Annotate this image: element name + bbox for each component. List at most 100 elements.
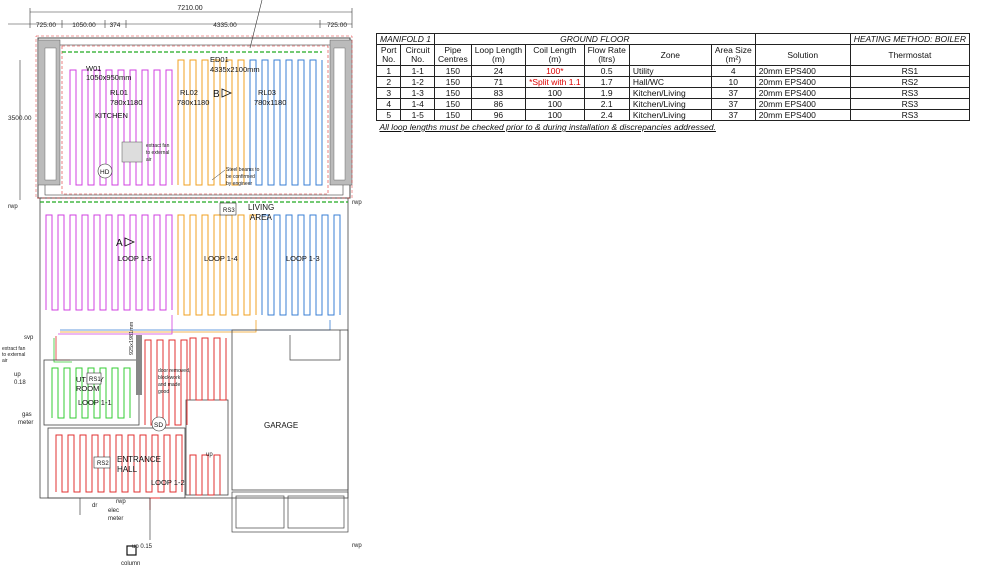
col-loop: Loop Length (m) (470, 44, 527, 66)
heat-detector: HD (100, 169, 110, 176)
cell-zone: Kitchen/Living (628, 109, 712, 121)
elec-meter-label: meter (108, 516, 123, 522)
label-loop-1-1: LOOP 1-1 (78, 398, 112, 407)
cell-loop: 83 (470, 87, 527, 99)
steel-note-1: Steel beams to (226, 167, 260, 173)
cell-pipe: 150 (434, 98, 472, 110)
steel-note-3: by engineer (226, 181, 252, 187)
floor-plan: 7210.00 725.00 1050.00 374 4335.00 725.0… (2, 0, 362, 567)
table-row: 5 1-5 150 96 100 2.4 Kitchen/Living 37 20mm EPS4… (375, 109, 971, 121)
col-solution: Solution (754, 44, 851, 66)
label-area: AREA (250, 213, 272, 222)
cell-pipe: 150 (434, 65, 472, 77)
cell-zone: Kitchen/Living (628, 87, 712, 99)
gas-label: gas (22, 412, 32, 418)
rwp-bottom: rwp (116, 499, 126, 505)
label-entrance: ENTRANCE (117, 455, 161, 464)
dim-total-width: 7210.00 (177, 5, 202, 12)
extract-fan-note-1: extract fan (146, 143, 170, 149)
dim-seg1: 1050.00 (72, 22, 96, 29)
cell-coil: *Split with 1.1 (525, 76, 585, 88)
column-label: column (121, 561, 140, 567)
cell-loop: 24 (470, 65, 527, 77)
cell-solution: 20mm EPS400 (754, 76, 851, 88)
extract-fan-note-3: air (146, 157, 152, 163)
section-marker-a: A (116, 238, 123, 249)
rl02-size: 780x1180 (177, 98, 209, 107)
cell-thermostat: RS3 (849, 109, 971, 121)
cell-thermostat: RS2 (849, 76, 971, 88)
col-zone: Zone (628, 44, 712, 66)
cell-solution: 20mm EPS400 (754, 87, 851, 99)
steel-note-2: be confirmed (226, 174, 255, 180)
cell-area: 10 (710, 76, 756, 88)
cell-coil: 100* (525, 65, 585, 77)
extract-fan-util-3: air (2, 358, 8, 364)
cell-port: 5 (375, 109, 402, 121)
col-circuit: Circuit No. (400, 44, 436, 66)
door-dimension: 925x1981mm (129, 321, 135, 355)
step-up-label: up (14, 372, 21, 378)
smoke-detector: SD (154, 422, 163, 429)
cell-coil: 100 (525, 87, 585, 99)
section-marker-b: B (213, 89, 220, 100)
cell-flow: 1.7 (583, 76, 630, 88)
rl03-code: RL03 (258, 88, 276, 97)
cell-pipe: 150 (434, 109, 472, 121)
ed01-size: 4335x2100mm (210, 65, 260, 74)
cell-zone: Hall/WC (628, 76, 712, 88)
thermostat-rs3: RS3 (223, 208, 235, 214)
manifold-table: MANIFOLD 1 GROUND FLOOR HEATING METHOD: … (375, 33, 971, 132)
cell-circuit: 1-1 (400, 65, 436, 77)
label-loop-1-3: LOOP 1-3 (286, 254, 320, 263)
up-015-label: up 0.15 (132, 544, 153, 550)
cell-flow: 2.1 (583, 98, 630, 110)
label-kitchen: KITCHEN (95, 111, 128, 120)
col-coil: Coil Length (m) (525, 44, 585, 66)
col-port: Port No. (375, 44, 402, 66)
heating-method-header: HEATING METHOD: BOILER (849, 33, 971, 45)
col-thermostat: Thermostat (849, 44, 971, 66)
door-note-2: blockwork (158, 375, 181, 381)
cell-loop: 86 (470, 98, 527, 110)
w01-code: W01 (86, 64, 101, 73)
label-loop-1-5: LOOP 1-5 (118, 254, 152, 263)
label-garage: GARAGE (264, 421, 298, 430)
w01-size: 1050x950mm (86, 73, 131, 82)
cell-area: 37 (710, 109, 756, 121)
cell-solution: 20mm EPS400 (754, 98, 851, 110)
cell-circuit: 1-5 (400, 109, 436, 121)
dim-right: 725.00 (327, 22, 347, 29)
svp-label: svp (24, 335, 34, 341)
thermostat-rs2: RS2 (97, 461, 109, 467)
cell-port: 4 (375, 98, 402, 110)
cell-port: 2 (375, 76, 402, 88)
cell-zone: Kitchen/Living (628, 98, 712, 110)
extract-fan-note-2: to external (146, 150, 169, 156)
cell-circuit: 1-3 (400, 87, 436, 99)
cell-thermostat: RS1 (849, 65, 971, 77)
rwp-right-bottom: rwp (352, 543, 362, 549)
dim-middle: 4335.00 (213, 22, 237, 29)
cell-solution: 20mm EPS400 (754, 109, 851, 121)
label-loop-1-4: LOOP 1-4 (204, 254, 238, 263)
step-up-value: 0.18 (14, 380, 26, 386)
label-living: LIVING (248, 203, 274, 212)
dim-height: 3500.00 (8, 115, 32, 122)
stair-up-label: up (206, 452, 213, 458)
cell-loop: 96 (470, 109, 527, 121)
cell-loop: 71 (470, 76, 527, 88)
cell-port: 3 (375, 87, 402, 99)
rl03-size: 780x1180 (254, 98, 286, 107)
cell-area: 37 (710, 98, 756, 110)
cell-thermostat: RS3 (849, 98, 971, 110)
rwp-right: rwp (352, 200, 362, 206)
label-loop-1-2: LOOP 1-2 (151, 478, 185, 487)
elec-label: elec (108, 508, 119, 514)
manifold-schedule: MANIFOLD 1 GROUND FLOOR HEATING METHOD: … (375, 33, 971, 132)
cell-area: 37 (710, 87, 756, 99)
cell-coil: 100 (525, 109, 585, 121)
cell-pipe: 150 (434, 76, 472, 88)
dim-seg2: 374 (110, 22, 121, 29)
rl01-size: 780x1180 (110, 98, 142, 107)
